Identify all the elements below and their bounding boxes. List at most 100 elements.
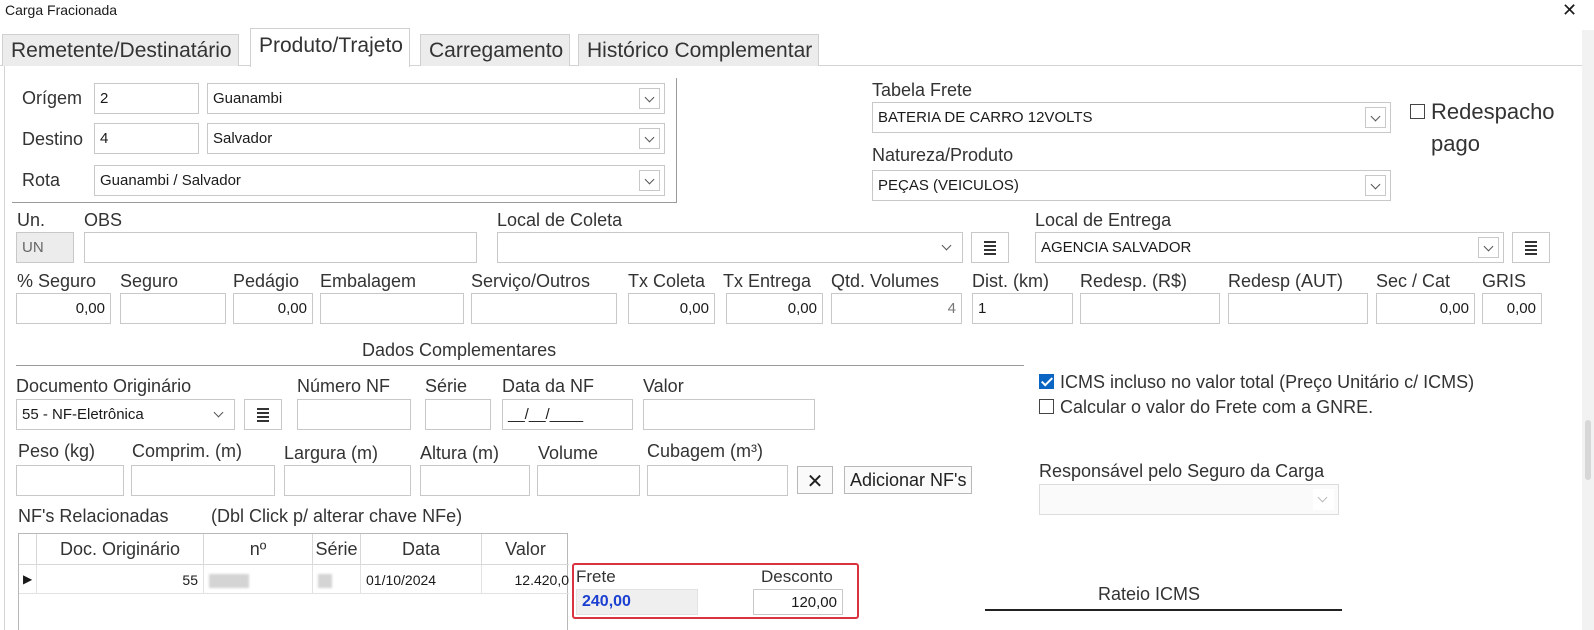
rateio-divider	[985, 609, 1342, 611]
tab-bar: Remetente/Destinatário Produto/Trajeto C…	[0, 28, 1594, 67]
altura-label: Altura (m)	[420, 443, 500, 463]
tab-carregamento[interactable]: Carregamento	[420, 34, 571, 66]
largura-input[interactable]	[284, 465, 411, 496]
list-icon	[1525, 241, 1537, 255]
clear-button[interactable]: ✕	[797, 466, 833, 494]
cell-valor[interactable]: 12.420,0	[482, 565, 569, 594]
redespacho-checkbox[interactable]	[1410, 104, 1425, 119]
icms-incluso-checkbox[interactable]	[1039, 374, 1054, 389]
icms-incluso-label: ICMS incluso no valor total (Preço Unitá…	[1060, 372, 1475, 392]
local-coleta-list-button[interactable]	[971, 232, 1009, 263]
natureza-value: PEÇAS (VEICULOS)	[878, 177, 1019, 194]
volume-input[interactable]	[537, 465, 640, 496]
redesp-rs-label: Redesp. (R$)	[1080, 271, 1188, 291]
cell-serie[interactable]	[313, 565, 361, 594]
chevron-down-icon[interactable]	[1365, 175, 1386, 196]
origem-label: Orígem	[22, 88, 83, 108]
obs-input[interactable]	[84, 232, 477, 263]
valor-label: Valor	[643, 376, 684, 396]
tab-historico-complementar[interactable]: Histórico Complementar	[578, 34, 820, 66]
serie-label: Série	[425, 376, 468, 396]
tabela-frete-value: BATERIA DE CARRO 12VOLTS	[878, 109, 1093, 126]
origem-city-select[interactable]: Guanambi	[207, 83, 665, 114]
frete-value: 240,00	[576, 589, 698, 615]
destino-code-input[interactable]: 4	[94, 123, 199, 154]
altura-input[interactable]	[420, 465, 530, 496]
seguro-label: Seguro	[120, 271, 179, 291]
responsavel-select[interactable]	[1039, 484, 1339, 515]
column-doc[interactable]: Doc. Originário	[37, 534, 204, 565]
tx-coleta-input[interactable]: 0,00	[628, 293, 715, 324]
desconto-label: Desconto	[761, 567, 833, 586]
section-divider	[16, 365, 1024, 366]
cell-numero[interactable]	[204, 565, 313, 594]
cell-doc[interactable]: 55	[37, 565, 204, 594]
adicionar-nfs-button[interactable]: Adicionar NF's	[844, 466, 973, 494]
documento-select[interactable]: 55 - NF-Eletrônica	[16, 399, 235, 430]
cubagem-label: Cubagem (m³)	[647, 441, 764, 461]
nfs-hint: (Dbl Click p/ alterar chave NFe)	[211, 506, 463, 526]
chevron-down-icon[interactable]	[639, 88, 660, 109]
chevron-down-icon[interactable]	[1478, 237, 1499, 258]
gris-input[interactable]: 0,00	[1482, 293, 1542, 324]
peso-input[interactable]	[16, 465, 124, 496]
data-nf-input[interactable]: __/__/____	[502, 399, 633, 430]
dist-input[interactable]: 1	[972, 293, 1073, 324]
documento-list-button[interactable]	[244, 399, 282, 430]
desconto-input[interactable]: 120,00	[753, 589, 843, 615]
chevron-down-icon[interactable]	[639, 128, 660, 149]
local-entrega-list-button[interactable]	[1512, 232, 1550, 263]
natureza-select[interactable]: PEÇAS (VEICULOS)	[872, 170, 1391, 201]
seguro-pct-input[interactable]: 0,00	[16, 293, 111, 324]
embalagem-input[interactable]	[320, 293, 464, 324]
tab-produto-trajeto[interactable]: Produto/Trajeto	[250, 28, 410, 67]
local-coleta-select[interactable]	[497, 232, 963, 263]
redesp-rs-input[interactable]	[1080, 293, 1220, 324]
qtd-volumes-label: Qtd. Volumes	[831, 271, 940, 291]
natureza-label: Natureza/Produto	[872, 145, 1014, 165]
row-indicator-header	[19, 534, 37, 565]
servico-input[interactable]	[471, 293, 617, 324]
nfs-grid[interactable]: Doc. Originário nº Série Data Valor ▶ 55…	[18, 533, 569, 630]
tx-entrega-input[interactable]: 0,00	[726, 293, 823, 324]
numero-nf-input[interactable]	[297, 399, 411, 430]
close-icon[interactable]: ✕	[1562, 0, 1577, 21]
tabela-frete-select[interactable]: BATERIA DE CARRO 12VOLTS	[872, 102, 1391, 133]
destino-city-select[interactable]: Salvador	[207, 123, 665, 154]
rota-value: Guanambi / Salvador	[100, 172, 241, 189]
sec-cat-input[interactable]: 0,00	[1376, 293, 1475, 324]
column-data[interactable]: Data	[361, 534, 482, 565]
local-entrega-label: Local de Entrega	[1035, 210, 1172, 230]
chevron-down-icon[interactable]	[639, 170, 660, 191]
pedagio-input[interactable]: 0,00	[233, 293, 313, 324]
cell-data[interactable]: 01/10/2024	[361, 565, 482, 594]
column-valor[interactable]: Valor	[482, 534, 569, 565]
tx-entrega-label: Tx Entrega	[723, 271, 812, 291]
column-numero[interactable]: nº	[204, 534, 313, 565]
chevron-down-icon[interactable]	[209, 404, 230, 425]
tab-remetente-destinatario[interactable]: Remetente/Destinatário	[2, 34, 239, 66]
pedagio-label: Pedágio	[233, 271, 300, 291]
seguro-pct-label: % Seguro	[17, 271, 97, 291]
comprim-label: Comprim. (m)	[132, 441, 242, 461]
origem-code-input[interactable]: 2	[94, 83, 199, 114]
valor-input[interactable]	[643, 399, 815, 430]
serie-input[interactable]	[425, 399, 491, 430]
rota-select[interactable]: Guanambi / Salvador	[94, 165, 665, 196]
column-serie[interactable]: Série	[313, 534, 361, 565]
obs-label: OBS	[84, 210, 123, 230]
comprim-input[interactable]	[131, 465, 275, 496]
seguro-input[interactable]	[120, 293, 226, 324]
local-entrega-select[interactable]: AGENCIA SALVADOR	[1035, 232, 1504, 263]
chevron-down-icon[interactable]	[1365, 107, 1386, 128]
sec-cat-label: Sec / Cat	[1376, 271, 1451, 291]
redesp-aut-input[interactable]	[1228, 293, 1368, 324]
redacted-value	[209, 574, 249, 589]
dados-complementares-title: Dados Complementares	[362, 340, 557, 360]
cubagem-input[interactable]	[647, 465, 788, 496]
vertical-scrollbar[interactable]	[1582, 30, 1594, 630]
gnre-checkbox[interactable]	[1039, 399, 1054, 414]
numero-nf-label: Número NF	[297, 376, 391, 396]
redacted-value	[318, 574, 332, 589]
chevron-down-icon[interactable]	[937, 237, 958, 258]
